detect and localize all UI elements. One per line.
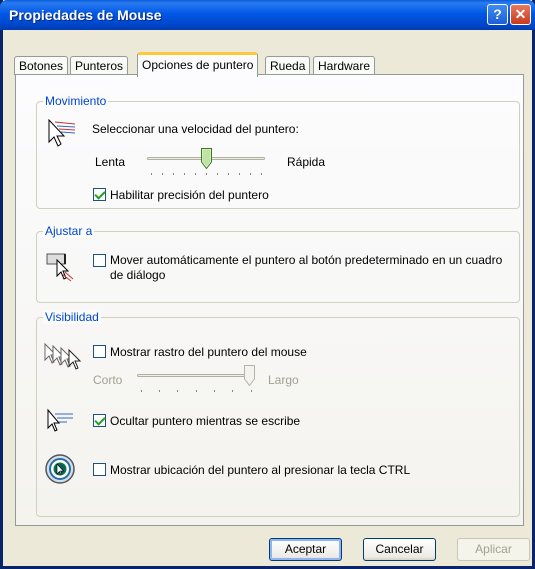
title-bar[interactable]: Propiedades de Mouse ? ✕ [0,0,535,30]
pointer-trails-checkbox[interactable] [93,345,106,358]
movimiento-legend: Movimiento [43,94,109,108]
visibilidad-group: Visibilidad Mostrar rastro del puntero d… [36,310,520,517]
ajustar-legend: Ajustar a [43,224,95,238]
speed-prompt: Seleccionar una velocidad del puntero: [92,122,299,136]
tab-rueda[interactable]: Rueda [265,56,311,75]
hide-while-typing-label[interactable]: Ocultar puntero mientras se escribe [110,414,300,428]
cancel-button[interactable]: Cancelar [363,538,436,561]
short-label: Corto [93,373,123,387]
movimiento-group: Movimiento Seleccionar una velocidad del… [36,94,520,209]
close-button[interactable]: ✕ [510,4,531,25]
trail-slider-thumb [244,365,255,387]
snap-to-default-icon [45,248,75,285]
show-location-label[interactable]: Mostrar ubicación del puntero al presion… [110,463,410,477]
speed-slider[interactable] [147,147,267,177]
help-button[interactable]: ? [487,4,508,25]
tab-botones[interactable]: Botones [14,56,69,75]
precision-label[interactable]: Habilitar precisión del puntero [110,188,269,202]
hide-pointer-icon [45,406,75,439]
ok-button[interactable]: Aceptar [269,538,342,561]
slow-label: Lenta [95,155,126,169]
trail-length-slider [137,364,257,394]
precision-checkbox[interactable] [93,188,106,201]
trail-slider-ticks [141,390,252,392]
snap-to-label-line1[interactable]: Mover automáticamente el puntero al botó… [110,253,502,267]
ajustar-group: Ajustar a Mover automáticamente el punte… [36,224,520,303]
trail-slider-track [137,374,255,377]
show-location-icon [44,453,76,488]
show-location-checkbox[interactable] [93,463,106,476]
tab-hardware[interactable]: Hardware [313,56,376,75]
mouse-properties-dialog: Propiedades de Mouse ? ✕ Botones Puntero… [0,0,535,569]
pointer-speed-icon [45,116,79,153]
long-label: Largo [268,373,299,387]
apply-button[interactable]: Aplicar [457,538,530,561]
snap-to-label-line2[interactable]: de diálogo [110,268,165,282]
speed-slider-thumb[interactable] [201,148,212,170]
fast-label: Rápida [287,155,326,169]
snap-to-checkbox[interactable] [93,254,106,267]
hide-while-typing-checkbox[interactable] [93,414,106,427]
window-title: Propiedades de Mouse [9,7,162,23]
pointer-trails-icon [43,340,82,373]
tab-panel: Movimiento Seleccionar una velocidad del… [15,74,524,526]
tab-opciones-de-puntero[interactable]: Opciones de puntero [137,52,259,77]
pointer-trails-label[interactable]: Mostrar rastro del puntero del mouse [110,345,307,359]
visibilidad-legend: Visibilidad [43,310,101,324]
speed-slider-ticks [151,173,262,175]
tab-punteros[interactable]: Punteros [70,56,129,75]
